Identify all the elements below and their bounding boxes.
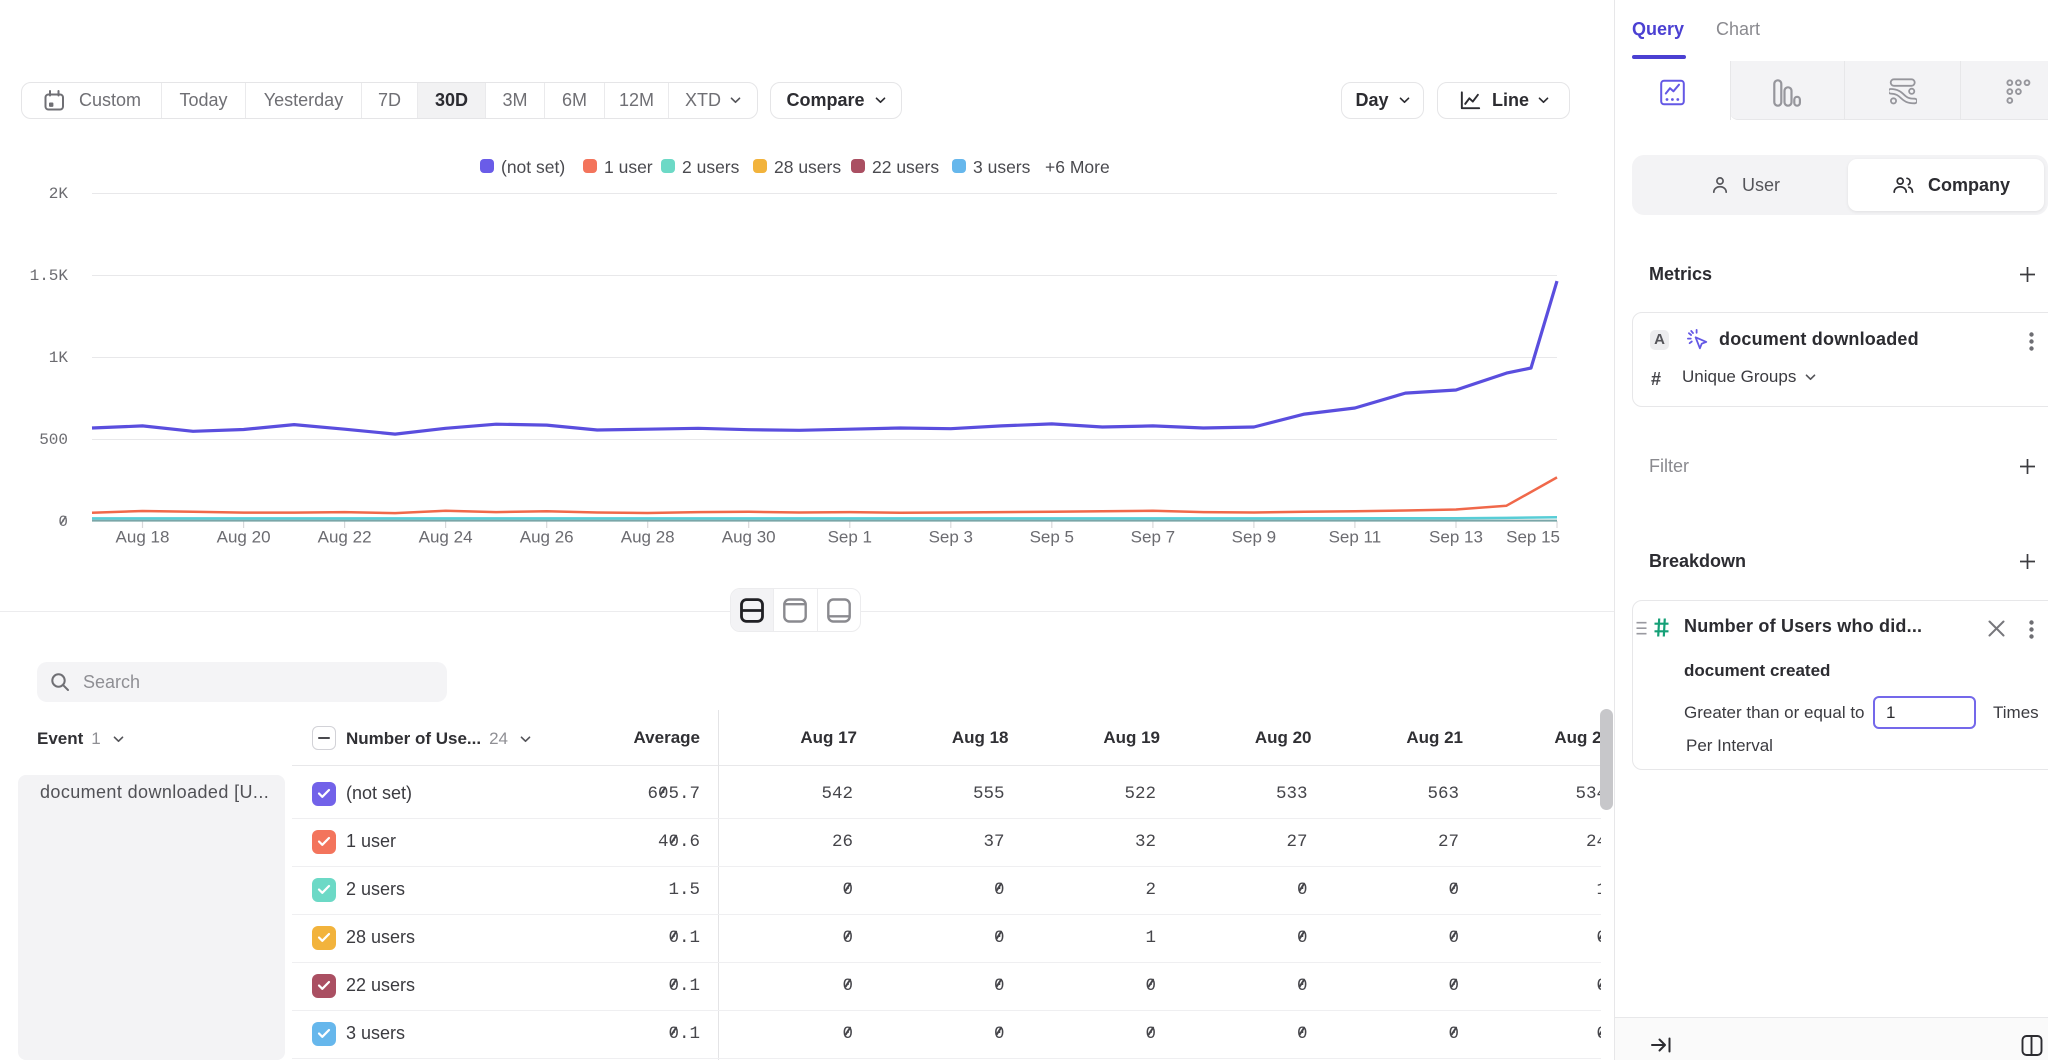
svg-text:Aug 22: Aug 22 xyxy=(318,528,372,547)
svg-text:Aug 28: Aug 28 xyxy=(621,528,675,547)
svg-text:Sep 5: Sep 5 xyxy=(1030,528,1074,547)
svg-text:Sep 11: Sep 11 xyxy=(1329,528,1382,547)
svg-text:Sep 9: Sep 9 xyxy=(1232,528,1276,547)
svg-text:Sep 7: Sep 7 xyxy=(1131,528,1175,547)
svg-text:Aug 24: Aug 24 xyxy=(419,528,473,547)
svg-text:1K: 1K xyxy=(49,349,69,367)
svg-text:Sep 3: Sep 3 xyxy=(929,528,973,547)
svg-text:Aug 18: Aug 18 xyxy=(116,528,170,547)
svg-text:Aug 20: Aug 20 xyxy=(217,528,271,547)
svg-text:500: 500 xyxy=(39,431,68,449)
svg-text:Aug 26: Aug 26 xyxy=(520,528,574,547)
svg-text:Aug 30: Aug 30 xyxy=(722,528,776,547)
svg-text:0: 0 xyxy=(58,513,68,531)
svg-text:Sep 15: Sep 15 xyxy=(1506,528,1560,547)
svg-text:1.5K: 1.5K xyxy=(30,267,69,285)
svg-text:2K: 2K xyxy=(49,185,69,203)
svg-text:Sep 13: Sep 13 xyxy=(1429,528,1483,547)
svg-text:Sep 1: Sep 1 xyxy=(828,528,872,547)
